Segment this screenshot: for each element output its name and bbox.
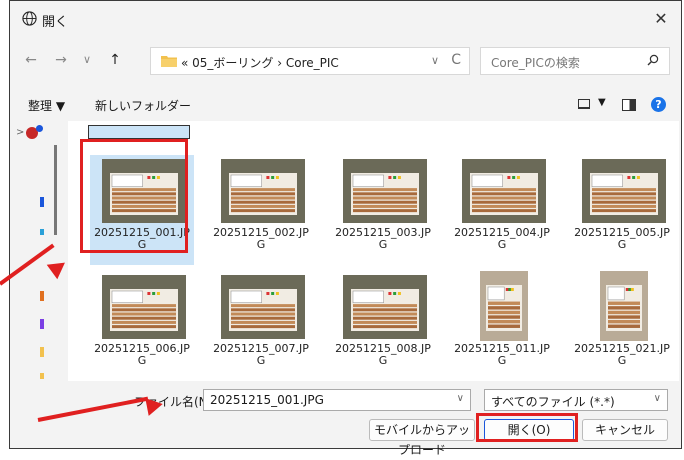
chevron-down-icon[interactable]: ∨ (654, 393, 661, 404)
address-bar[interactable]: « 05_ボーリング › Core_PIC ∨ C (150, 47, 470, 75)
search-icon[interactable] (647, 54, 659, 66)
view-mode-dropdown[interactable]: ▼ (598, 97, 606, 108)
image-thumbnail[interactable] (221, 275, 305, 339)
file-name-label: 20251215_021.JPG (574, 342, 670, 367)
file-type-select[interactable]: すべてのファイル (*.*) ∨ (484, 389, 668, 411)
file-item[interactable]: 20251215_006.JPG (90, 271, 194, 381)
sidebar-scrollbar[interactable] (54, 145, 57, 235)
navigation-bar: ← → ∨ ↑ « 05_ボーリング › Core_PIC ∨ C Core_P… (10, 41, 681, 81)
refresh-button[interactable]: C (451, 52, 461, 68)
sidebar-item-icon[interactable] (40, 197, 44, 207)
sidebar-item-icon[interactable] (40, 319, 44, 329)
file-name-label: 20251215_008.JPG (335, 342, 431, 367)
file-name-label: 20251215_011.JPG (454, 342, 550, 367)
new-folder-button[interactable]: 新しいフォルダー (95, 97, 191, 114)
image-thumbnail[interactable] (600, 271, 648, 341)
forward-button[interactable]: → (52, 51, 70, 69)
file-item[interactable]: 20251215_004.JPG (450, 155, 554, 265)
image-thumbnail[interactable] (343, 275, 427, 339)
sidebar-item-icon[interactable] (40, 347, 44, 357)
highlight-box (80, 139, 188, 253)
filename-value[interactable]: 20251215_001.JPG (210, 393, 324, 407)
title-bar: 開く ✕ (10, 1, 681, 37)
file-item[interactable]: 20251215_002.JPG (209, 155, 313, 265)
breadcrumb[interactable]: « 05_ボーリング › Core_PIC (181, 54, 339, 71)
cancel-button[interactable]: キャンセル (582, 419, 668, 441)
search-input[interactable]: Core_PICの検索 (491, 54, 580, 71)
image-thumbnail[interactable] (480, 271, 528, 341)
expand-chevron-icon[interactable]: > (16, 127, 24, 138)
file-name-label: 20251215_004.JPG (454, 226, 550, 251)
folder-icon (161, 56, 177, 67)
image-thumbnail[interactable] (221, 159, 305, 223)
help-icon[interactable]: ? (651, 97, 666, 112)
file-item[interactable]: 20251215_005.JPG (570, 155, 674, 265)
file-item[interactable]: 20251215_007.JPG (209, 271, 313, 381)
file-item[interactable]: 20251215_011.JPG (450, 271, 554, 381)
file-name-label: 20251215_006.JPG (94, 342, 190, 367)
sidebar-item-icon[interactable] (40, 291, 44, 301)
image-thumbnail[interactable] (343, 159, 427, 223)
organize-menu[interactable]: 整理 ▼ (28, 97, 65, 114)
file-item[interactable]: 20251215_021.JPG (570, 271, 674, 381)
annotation-arrowhead (145, 395, 165, 416)
chevron-down-icon[interactable]: ∨ (457, 393, 464, 404)
highlight-box (476, 413, 578, 442)
search-box[interactable]: Core_PICの検索 (480, 47, 670, 75)
file-name-label: 20251215_007.JPG (213, 342, 309, 367)
file-item[interactable]: 20251215_008.JPG (331, 271, 435, 381)
dialog-footer: ファイル名(N): 20251215_001.JPG ∨ すべてのファイル (*… (10, 381, 681, 457)
close-button[interactable]: ✕ (651, 9, 671, 29)
file-name-label: 20251215_005.JPG (574, 226, 670, 251)
up-button[interactable]: ↑ (106, 51, 124, 69)
partial-item[interactable] (88, 125, 190, 139)
file-item[interactable]: 20251215_003.JPG (331, 155, 435, 265)
sidebar-item-icon[interactable] (40, 229, 44, 235)
sidebar-item-icon[interactable] (40, 373, 44, 379)
image-thumbnail[interactable] (462, 159, 546, 223)
status-dot-icon (36, 125, 43, 132)
view-mode-icon[interactable] (578, 99, 590, 109)
globe-icon (22, 11, 37, 26)
address-dropdown-button[interactable]: ∨ (431, 54, 439, 67)
recent-locations-button[interactable]: ∨ (78, 51, 96, 69)
image-thumbnail[interactable] (102, 275, 186, 339)
image-thumbnail[interactable] (582, 159, 666, 223)
command-bar: 整理 ▼ 新しいフォルダー ▼ ? (10, 89, 681, 121)
file-name-label: 20251215_003.JPG (335, 226, 431, 251)
window-title: 開く (42, 15, 69, 30)
file-name-label: 20251215_002.JPG (213, 226, 309, 251)
filename-input[interactable]: 20251215_001.JPG ∨ (203, 389, 471, 411)
back-button[interactable]: ← (22, 51, 40, 69)
navigation-pane: > (10, 121, 65, 381)
file-type-value[interactable]: すべてのファイル (*.*) (491, 393, 615, 410)
preview-pane-icon[interactable] (622, 99, 636, 111)
upload-from-mobile-button[interactable]: モバイルからアップロード (369, 419, 475, 457)
